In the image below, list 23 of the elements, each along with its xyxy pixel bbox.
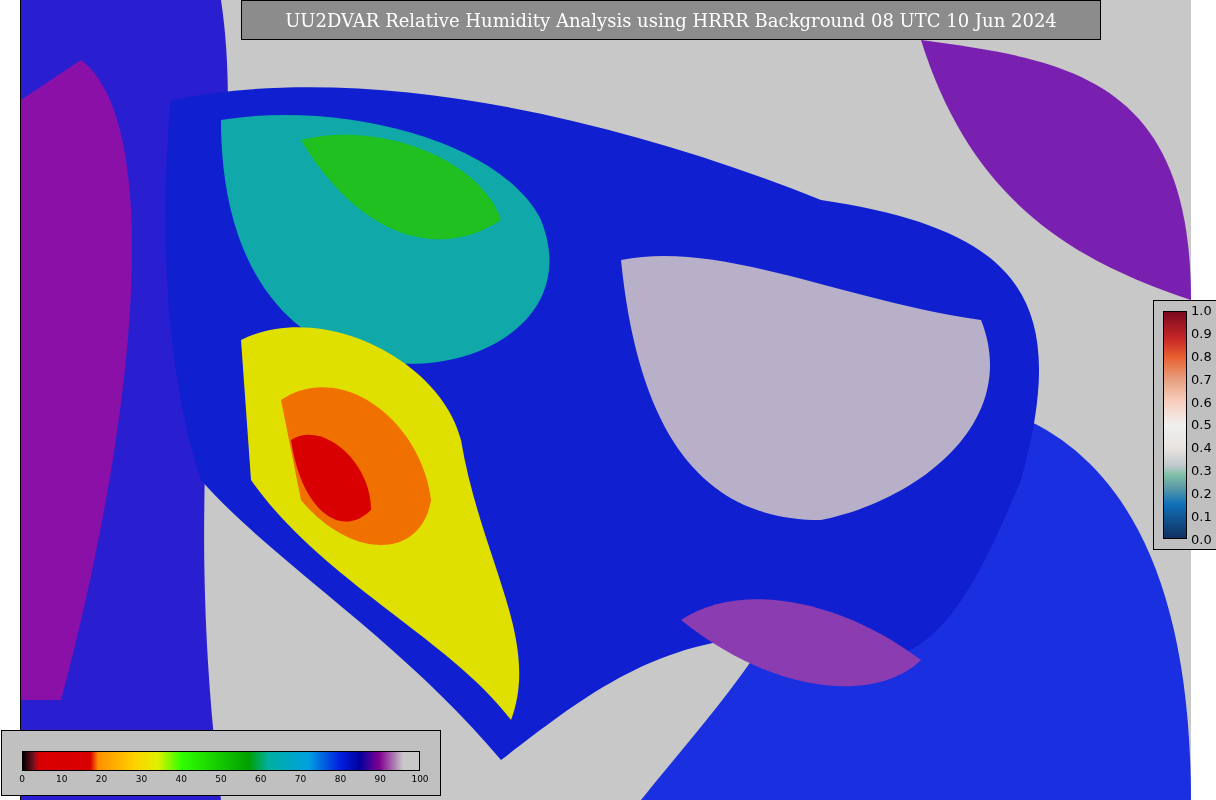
tick-label: 0.2 (1191, 486, 1212, 502)
tick-label: 0.4 (1191, 440, 1212, 456)
tick-label: 0.7 (1191, 371, 1212, 387)
tick-label: 50 (215, 774, 227, 784)
tick-label: 0.1 (1191, 509, 1212, 524)
tick-label: 100 (411, 774, 429, 784)
tick-label: 1.0 (1191, 303, 1212, 318)
tick-label: 70 (294, 774, 307, 784)
tick-label: 0.9 (1191, 325, 1212, 341)
tick-label: 90 (374, 774, 386, 784)
tick-label: 0.5 (1191, 417, 1212, 433)
tick-label: 0 (19, 774, 25, 784)
tick-label: 0.6 (1191, 394, 1212, 410)
tick-label: 20 (95, 774, 108, 784)
tick-label: 0.8 (1191, 348, 1212, 364)
tick-label: 0.0 (1191, 531, 1212, 547)
map-title: UU2DVAR Relative Humidity Analysis using HRRR Background 08 UTC 10 Jun 2024 (241, 0, 1101, 40)
tick-label: 30 (135, 774, 148, 784)
tick-label: 60 (255, 774, 267, 784)
tick-label: 10 (56, 774, 68, 784)
tick-label: 0.3 (1191, 463, 1212, 479)
tick-label: 40 (175, 774, 187, 784)
tick-label: 80 (334, 774, 347, 784)
